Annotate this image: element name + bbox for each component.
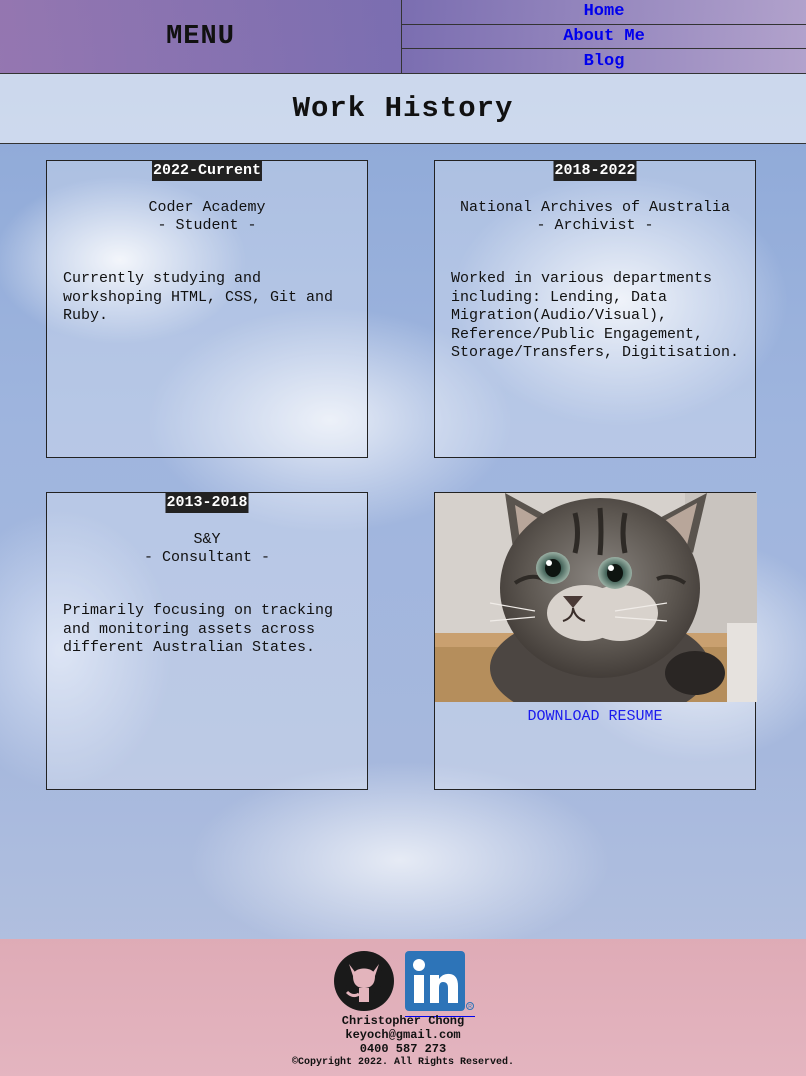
linkedin-link[interactable]: R xyxy=(405,951,475,1017)
page-title: Work History xyxy=(292,92,514,125)
footer-email: keyoch@gmail.com xyxy=(345,1028,461,1042)
nav-link-home[interactable]: Home xyxy=(402,0,806,25)
kitten-photo xyxy=(435,493,757,702)
job-description: Primarily focusing on tracking and monit… xyxy=(63,602,334,656)
footer-name: Christopher Chong xyxy=(341,1014,465,1028)
footer-copyright: ©Copyright 2022. All Rights Reserved. xyxy=(291,1057,515,1068)
github-link[interactable] xyxy=(333,950,395,1017)
job-organisation: National Archives of Australia xyxy=(459,199,731,216)
job-date-badge: 2022-Current xyxy=(151,161,263,181)
job-card: 2022-Current Coder Academy - Student - C… xyxy=(46,160,368,458)
main-nav: Home About Me Blog xyxy=(402,0,806,73)
nav-link-blog[interactable]: Blog xyxy=(402,49,806,73)
title-band: Work History xyxy=(0,74,806,144)
job-role: - Consultant - xyxy=(143,549,271,566)
job-description: Currently studying and workshoping HTML,… xyxy=(63,270,334,324)
linkedin-icon: R xyxy=(405,951,475,1016)
job-card: 2018-2022 National Archives of Australia… xyxy=(434,160,756,458)
job-description: Worked in various departments including:… xyxy=(451,270,740,361)
site-footer: R Christopher Chong keyoch@gmail.com 040… xyxy=(0,939,806,1076)
job-role: - Student - xyxy=(157,217,257,234)
footer-phone: 0400 587 273 xyxy=(359,1042,447,1056)
menu-title: MENU xyxy=(0,0,402,73)
job-date-badge: 2018-2022 xyxy=(553,161,637,181)
social-links: R xyxy=(333,950,475,1017)
job-organisation: S&Y xyxy=(193,531,221,548)
job-organisation: Coder Academy xyxy=(148,199,266,216)
nav-link-about-me[interactable]: About Me xyxy=(402,25,806,50)
github-icon xyxy=(333,950,395,1017)
resume-card: DOWNLOAD RESUME xyxy=(434,492,757,790)
job-role: - Archivist - xyxy=(536,217,654,234)
job-date-badge: 2013-2018 xyxy=(165,493,249,513)
download-resume-link[interactable]: DOWNLOAD RESUME xyxy=(435,708,755,726)
site-header: MENU Home About Me Blog xyxy=(0,0,806,74)
job-card: 2013-2018 S&Y - Consultant - Primarily f… xyxy=(46,492,368,790)
svg-text:R: R xyxy=(468,1004,472,1010)
